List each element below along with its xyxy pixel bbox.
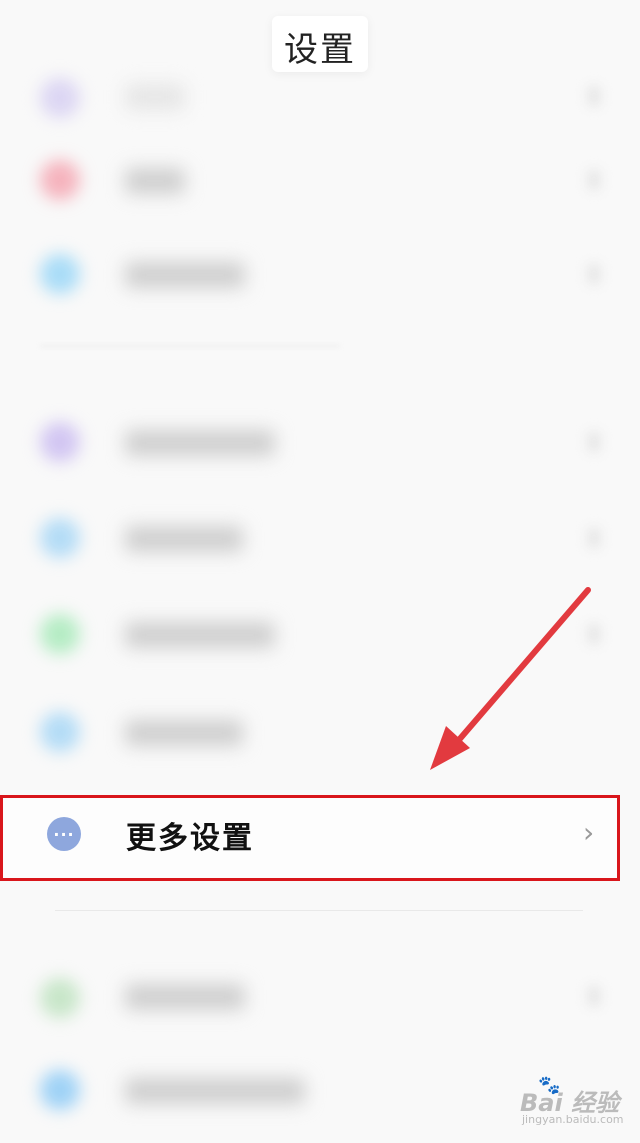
blurred-label [125,84,185,110]
section-divider [40,345,340,347]
blurred-list-item[interactable] [0,952,640,1042]
chevron-right-icon [588,432,600,452]
blurred-label [125,262,245,288]
baidu-watermark: 🐾 Bai 经验 jingyan.baidu.com [520,1075,632,1135]
blurred-label [125,1078,305,1104]
chevron-right-icon [588,624,600,644]
settings-item-icon [40,1070,80,1110]
blurred-label [125,984,245,1010]
settings-item-icon [40,254,80,294]
blurred-list-item[interactable] [0,52,640,142]
settings-item-icon [40,422,80,462]
settings-item-icon [40,518,80,558]
chevron-right-icon [588,264,600,284]
blurred-list-item[interactable] [0,398,640,488]
settings-item-icon [40,160,80,200]
more-settings-row[interactable]: ··· 更多设置 › [0,795,620,881]
blurred-label [125,526,243,552]
more-dots-icon: ··· [47,817,81,851]
chevron-right-icon [588,528,600,548]
blurred-list-item[interactable] [0,688,640,778]
chevron-right-icon: › [583,816,595,849]
chevron-right-icon [588,86,600,106]
settings-item-icon [40,78,80,118]
more-settings-label: 更多设置 [126,821,254,856]
section-divider [55,910,583,911]
settings-item-icon [40,978,80,1018]
settings-item-icon [40,614,80,654]
blurred-label [125,168,185,194]
watermark-url: jingyan.baidu.com [522,1113,624,1126]
blurred-list-item[interactable] [0,230,640,320]
settings-item-icon [40,712,80,752]
blurred-label [125,720,243,746]
blurred-list-item[interactable] [0,494,640,584]
blurred-label [125,622,275,648]
chevron-right-icon [588,986,600,1006]
blurred-label [125,430,275,456]
blurred-list-item[interactable] [0,136,640,226]
chevron-right-icon [588,170,600,190]
blurred-list-item[interactable] [0,590,640,680]
